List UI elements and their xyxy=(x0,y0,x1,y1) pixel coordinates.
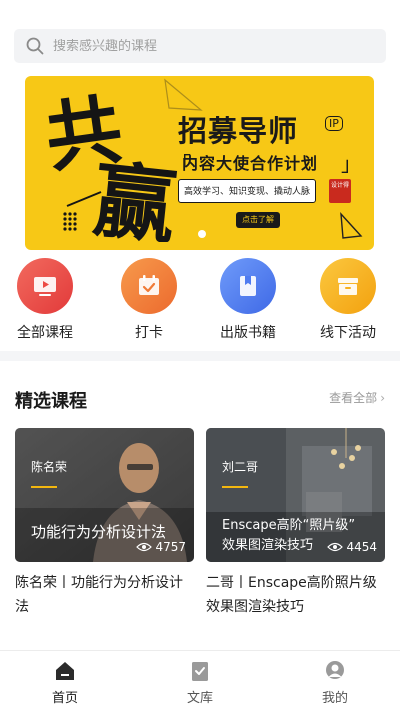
thumb-lecturer-name: 刘二哥 xyxy=(222,460,259,474)
course-thumbnail[interactable]: 陈名荣 功能行为分析设计法 4757 xyxy=(15,428,194,562)
view-count-value: 4757 xyxy=(155,540,186,554)
eye-icon xyxy=(327,542,344,552)
book-icon xyxy=(220,258,276,314)
chevron-right-icon: › xyxy=(380,391,385,405)
course-caption[interactable]: 二哥丨Enscape高阶照片级 效果图渲染技巧 xyxy=(206,571,385,619)
thumb-lecturer-name: 陈名荣 xyxy=(31,460,68,474)
nav-label: 线下活动 xyxy=(320,325,376,341)
triangle-outline-decoration xyxy=(340,212,363,239)
course-card[interactable]: 陈名荣 功能行为分析设计法 4757 陈名荣丨功能行为分析设计法 xyxy=(15,428,194,619)
banner-subtitle: 内容大使合作计划 xyxy=(182,154,319,173)
view-all-link[interactable]: 查看全部 › xyxy=(329,389,385,406)
search-input[interactable] xyxy=(53,38,353,54)
tab-label: 我的 xyxy=(321,691,348,706)
bottom-tab-bar: 首页 文库 我的 xyxy=(0,650,400,707)
nav-label: 出版书籍 xyxy=(220,325,276,341)
ip-badge: IP xyxy=(325,116,343,131)
tab-label: 文库 xyxy=(186,691,213,706)
bracket-close: 」 xyxy=(341,152,361,176)
tab-library[interactable]: 文库 xyxy=(160,659,240,706)
tab-home[interactable]: 首页 xyxy=(25,659,105,706)
course-thumbnail[interactable]: 刘二哥 Enscape高阶“照片级” 效果图渲染技巧 4454 xyxy=(206,428,385,562)
calendar-check-icon xyxy=(121,258,177,314)
home-icon xyxy=(25,659,105,683)
view-count-value: 4454 xyxy=(346,540,377,554)
course-caption[interactable]: 陈名荣丨功能行为分析设计法 xyxy=(15,571,194,619)
calligraphy-char-2: 赢 xyxy=(89,152,181,242)
course-card[interactable]: 刘二哥 Enscape高阶“照片级” 效果图渲染技巧 4454 二哥丨Ensca… xyxy=(206,428,385,619)
section-divider xyxy=(0,351,400,361)
nav-item-checkin[interactable]: 打卡 xyxy=(104,258,194,342)
nav-label: 全部课程 xyxy=(17,325,73,341)
search-bar[interactable] xyxy=(14,29,386,63)
promo-banner[interactable]: 共 赢 招募导师 IP 「 内容大使合作计划 」 高效学习、知识变现、撬动人脉 … xyxy=(25,76,374,250)
document-check-icon xyxy=(160,659,240,683)
thumb-title-line2: 效果图渲染技巧 xyxy=(222,538,314,553)
banner-logo-badge: 设计得 xyxy=(329,179,351,203)
nav-label: 打卡 xyxy=(135,325,163,341)
play-icon xyxy=(17,258,73,314)
eye-icon xyxy=(136,542,153,552)
banner-cta-button[interactable]: 点击了解 xyxy=(236,212,280,228)
search-icon xyxy=(26,37,44,55)
nav-item-all-courses[interactable]: 全部课程 xyxy=(0,258,90,342)
thumb-accent-line xyxy=(222,486,248,488)
triangle-decoration xyxy=(164,78,203,111)
section-title: 精选课程 xyxy=(15,391,87,412)
nav-item-offline-events[interactable]: 线下活动 xyxy=(303,258,393,342)
tab-label: 首页 xyxy=(51,691,78,706)
nav-item-books[interactable]: 出版书籍 xyxy=(203,258,293,342)
tab-profile[interactable]: 我的 xyxy=(295,659,375,706)
view-count: 4757 xyxy=(136,540,186,554)
view-all-label: 查看全部 xyxy=(329,391,378,405)
banner-title: 招募导师 xyxy=(178,114,299,148)
user-icon xyxy=(295,659,375,683)
archive-box-icon xyxy=(320,258,376,314)
category-nav: 全部课程 打卡 出版书籍 线下活动 xyxy=(0,258,400,344)
view-count: 4454 xyxy=(327,540,377,554)
thumb-title-line1: Enscape高阶“照片级” xyxy=(222,518,356,533)
thumb-title: 功能行为分析设计法 xyxy=(31,523,167,541)
banner-tags: 高效学习、知识变现、撬动人脉 xyxy=(178,179,317,203)
carousel-indicator-dot[interactable] xyxy=(198,230,206,238)
thumb-accent-line xyxy=(31,486,57,488)
